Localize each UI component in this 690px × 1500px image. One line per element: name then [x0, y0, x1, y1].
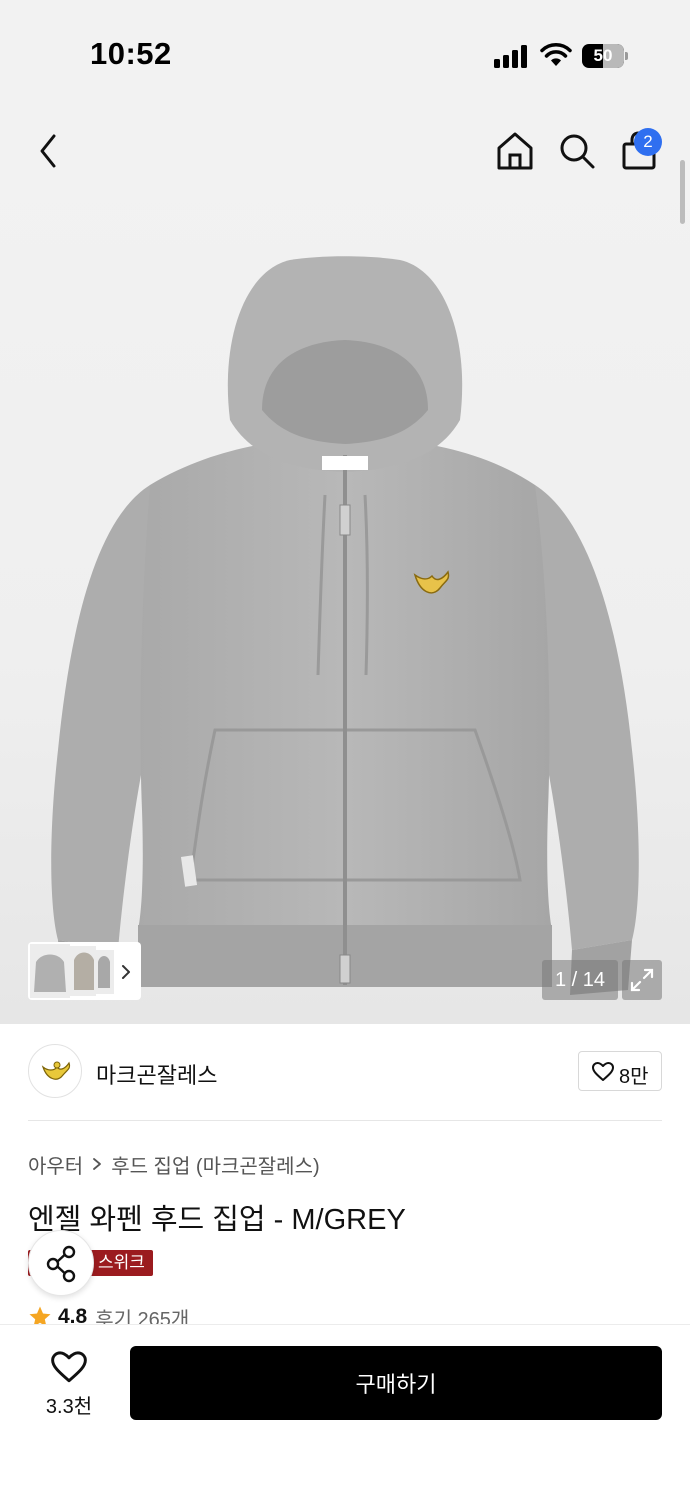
- home-button[interactable]: [492, 128, 538, 174]
- product-image: [51, 256, 639, 995]
- search-icon: [560, 134, 595, 169]
- brand-name[interactable]: 마크곤잘레스: [96, 1058, 217, 1090]
- heart-icon: [51, 1351, 87, 1383]
- heart-icon: [592, 1062, 614, 1081]
- image-counter: 1 / 14: [542, 960, 618, 1000]
- chevron-right-icon: [93, 1158, 102, 1170]
- back-button[interactable]: [28, 126, 72, 178]
- angel-logo-icon: [41, 1061, 71, 1080]
- share-button[interactable]: [28, 1230, 94, 1296]
- promo-badge: 스위크: [90, 1250, 153, 1276]
- brand-like-button[interactable]: 8만: [578, 1051, 662, 1091]
- brand-like-count: 8만: [619, 1066, 649, 1088]
- breadcrumb-subcategory[interactable]: 후드 집업 (마크곤잘레스): [111, 1150, 319, 1179]
- chevron-left-icon: [40, 134, 56, 168]
- chevron-right-icon[interactable]: [118, 962, 134, 982]
- breadcrumb: 아우터 후드 집업 (마크곤잘레스): [28, 1150, 320, 1178]
- divider: [28, 1120, 662, 1121]
- fullscreen-button[interactable]: [622, 960, 662, 1000]
- scrollbar: [680, 160, 685, 224]
- wifi-icon: [540, 43, 572, 66]
- product-like-button[interactable]: 3.3천: [28, 1344, 110, 1420]
- product-like-count: 3.3천: [45, 1396, 93, 1418]
- share-icon: [46, 1245, 76, 1283]
- status-time: 10:52: [90, 36, 172, 71]
- battery-icon: 50: [582, 44, 628, 68]
- breadcrumb-category[interactable]: 아우터: [28, 1150, 83, 1179]
- search-button[interactable]: [554, 128, 600, 174]
- product-image-gallery[interactable]: [0, 110, 690, 1024]
- cellular-signal-icon: [494, 45, 527, 68]
- brand-logo[interactable]: [28, 1044, 82, 1098]
- home-icon: [497, 132, 533, 170]
- battery-level: 50: [593, 46, 613, 65]
- cart-count-badge: 2: [634, 128, 662, 156]
- status-bar: 10:52 50: [0, 0, 690, 110]
- brand-row[interactable]: 마크곤잘레스 8만: [28, 1044, 662, 1100]
- buy-button[interactable]: 구매하기: [130, 1346, 662, 1420]
- expand-icon: [630, 968, 654, 992]
